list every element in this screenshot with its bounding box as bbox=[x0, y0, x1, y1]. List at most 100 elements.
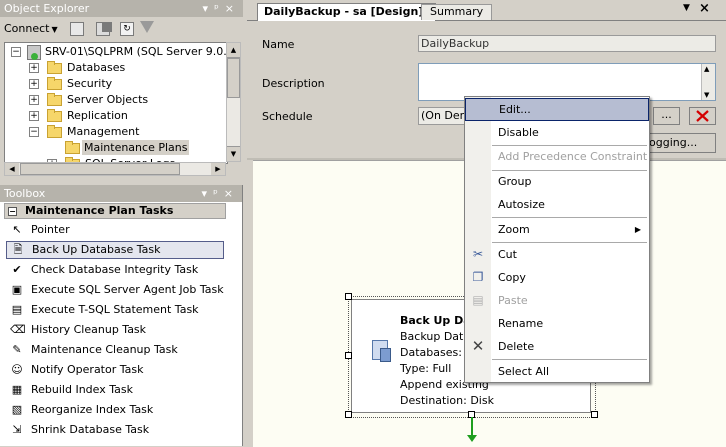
toolbox-titlebar: Toolbox ▾ᵖ× bbox=[0, 185, 242, 202]
backup-task-disk-icon bbox=[380, 348, 391, 362]
resize-handle[interactable] bbox=[345, 293, 352, 300]
refresh-icon[interactable]: ↻ bbox=[120, 22, 134, 36]
expand-icon[interactable]: + bbox=[29, 63, 39, 73]
close-icon[interactable]: × bbox=[224, 187, 239, 200]
scroll-thumb[interactable] bbox=[20, 163, 180, 175]
name-field[interactable]: DailyBackup bbox=[418, 35, 716, 52]
schedule-label: Schedule bbox=[262, 110, 313, 123]
scroll-up-icon[interactable]: ▲ bbox=[704, 65, 709, 73]
description-scrollbar[interactable]: ▲ ▼ bbox=[701, 64, 715, 100]
tree-label: Maintenance Plans bbox=[82, 140, 190, 155]
dropdown-icon[interactable]: ▾ bbox=[203, 2, 215, 15]
menu-item-autosize[interactable]: Autosize bbox=[465, 193, 649, 216]
toolbox-item-execute-tsql[interactable]: ▤ Execute T-SQL Statement Task bbox=[6, 301, 224, 319]
expand-icon[interactable]: + bbox=[29, 95, 39, 105]
menu-item-cut[interactable]: ✂ Cut bbox=[465, 243, 649, 266]
collapse-icon[interactable]: − bbox=[29, 127, 39, 137]
connect-button[interactable]: Connect ▼ bbox=[4, 21, 58, 37]
tab-list-dropdown-icon[interactable]: ▼ bbox=[683, 3, 690, 13]
tree-label: Replication bbox=[67, 109, 128, 122]
expand-icon[interactable]: + bbox=[29, 111, 39, 121]
shrink-database-icon: ⇲ bbox=[12, 423, 22, 436]
description-label: Description bbox=[262, 77, 325, 90]
resize-handle[interactable] bbox=[345, 411, 352, 418]
scroll-down-button[interactable]: ▼ bbox=[227, 146, 240, 161]
folder-open-icon bbox=[47, 125, 62, 138]
menu-item-paste[interactable]: ▤ Paste bbox=[465, 289, 649, 312]
scroll-thumb[interactable] bbox=[227, 58, 240, 98]
precedence-arrow-icon[interactable] bbox=[467, 435, 477, 442]
notify-operator-icon: ☺ bbox=[11, 363, 23, 376]
resize-handle[interactable] bbox=[345, 352, 352, 359]
object-explorer-toolbar: Connect ▼ ↻ bbox=[0, 18, 243, 40]
menu-item-add-precedence-constraint[interactable]: Add Precedence Constraint bbox=[465, 145, 649, 168]
menu-item-select-all[interactable]: Select All bbox=[465, 360, 649, 383]
toolbox-item-rebuild-index[interactable]: ▦ Rebuild Index Task bbox=[6, 381, 224, 399]
menu-item-rename[interactable]: Rename bbox=[465, 312, 649, 335]
tree-vertical-scrollbar[interactable]: ▲ ▼ bbox=[226, 42, 241, 162]
menu-item-edit[interactable]: Edit... bbox=[465, 98, 649, 121]
connect-server-icon[interactable] bbox=[70, 22, 84, 36]
object-explorer-tree: − SRV-01\SQLPRM (SQL Server 9.0.139 + Da… bbox=[4, 42, 228, 164]
tree-label: Databases bbox=[67, 61, 126, 74]
tree-label: SRV-01\SQLPRM (SQL Server 9.0.139 bbox=[45, 45, 228, 58]
collapse-icon[interactable]: − bbox=[11, 47, 21, 57]
tab-dailybackup-design[interactable]: DailyBackup - sa [Design]* bbox=[257, 3, 437, 21]
toolbox-item-maintenance-cleanup[interactable]: ✎ Maintenance Cleanup Task bbox=[6, 341, 224, 359]
expand-icon[interactable]: + bbox=[29, 79, 39, 89]
scroll-right-button[interactable]: ▶ bbox=[211, 163, 225, 175]
folder-icon bbox=[47, 77, 62, 90]
tree-label: Server Objects bbox=[67, 93, 149, 106]
close-icon[interactable]: × bbox=[225, 2, 240, 15]
toolbox-item-execute-agent-job[interactable]: ▣ Execute SQL Server Agent Job Task bbox=[6, 281, 224, 299]
filter-icon[interactable] bbox=[140, 21, 154, 33]
task-line: Destination: Disk bbox=[400, 394, 494, 407]
menu-item-zoom[interactable]: Zoom ▶ bbox=[465, 218, 649, 241]
toolbox-item-backup-database[interactable]: 🗎 Back Up Database Task bbox=[6, 241, 224, 259]
remove-schedule-button[interactable] bbox=[689, 107, 716, 125]
scroll-left-button[interactable]: ◀ bbox=[5, 163, 19, 175]
history-cleanup-icon: ⌫ bbox=[10, 323, 26, 336]
toolbox-item-shrink-database[interactable]: ⇲ Shrink Database Task bbox=[6, 421, 224, 439]
dropdown-icon[interactable]: ▾ bbox=[202, 187, 214, 200]
rebuild-index-icon: ▦ bbox=[11, 383, 23, 396]
copy-icon: ❐ bbox=[472, 270, 484, 284]
toolbox-item-pointer[interactable]: ↖ Pointer bbox=[6, 221, 224, 239]
task-title: Back Up Da bbox=[400, 314, 471, 327]
check-integrity-icon: ✔ bbox=[12, 263, 22, 276]
delete-x-icon: ✕ bbox=[471, 337, 485, 355]
pin-icon[interactable]: ᵖ bbox=[214, 2, 225, 15]
schedule-browse-button[interactable]: ... bbox=[653, 107, 680, 125]
menu-item-copy[interactable]: ❐ Copy bbox=[465, 266, 649, 289]
reorganize-index-icon: ▧ bbox=[11, 403, 23, 416]
object-explorer-titlebar: Object Explorer ▾ᵖ× bbox=[0, 0, 243, 17]
toolbox-title: Toolbox bbox=[4, 187, 46, 200]
tab-summary[interactable]: Summary bbox=[421, 4, 493, 20]
close-document-icon[interactable]: × bbox=[699, 1, 710, 16]
menu-item-delete[interactable]: ✕ Delete bbox=[465, 335, 649, 358]
toolbox-item-history-cleanup[interactable]: ⌫ History Cleanup Task bbox=[6, 321, 224, 339]
server-running-icon bbox=[31, 53, 38, 60]
pin-icon[interactable]: ᵖ bbox=[213, 187, 224, 200]
toolbox-list: ↖ Pointer 🗎 Back Up Database Task ✔ Chec… bbox=[0, 221, 243, 446]
tree-label: Security bbox=[67, 77, 113, 90]
menu-item-disable[interactable]: Disable bbox=[465, 121, 649, 144]
paste-icon: ▤ bbox=[472, 293, 484, 307]
toolbox-section-header[interactable]: − Maintenance Plan Tasks bbox=[4, 203, 226, 219]
task-line: Type: Full bbox=[400, 362, 452, 375]
tree-horizontal-scrollbar[interactable]: ◀ ▶ bbox=[4, 162, 226, 176]
scissors-icon: ✂ bbox=[472, 247, 484, 261]
toolbox-item-reorganize-index[interactable]: ▧ Reorganize Index Task bbox=[6, 401, 224, 419]
agent-job-icon: ▣ bbox=[11, 283, 23, 296]
toolbox-item-notify-operator[interactable]: ☺ Notify Operator Task bbox=[6, 361, 224, 379]
toolbox-item-check-integrity[interactable]: ✔ Check Database Integrity Task bbox=[6, 261, 224, 279]
scroll-up-button[interactable]: ▲ bbox=[227, 43, 240, 58]
backup-database-icon: 🗎 bbox=[13, 243, 23, 256]
chevron-down-icon: ▼ bbox=[51, 25, 58, 34]
resize-handle[interactable] bbox=[591, 411, 598, 418]
scroll-down-icon[interactable]: ▼ bbox=[704, 91, 709, 99]
name-label: Name bbox=[262, 38, 295, 51]
stop-icon[interactable] bbox=[102, 22, 112, 32]
precedence-connector-line[interactable] bbox=[471, 417, 473, 437]
menu-item-group[interactable]: Group bbox=[465, 170, 649, 193]
